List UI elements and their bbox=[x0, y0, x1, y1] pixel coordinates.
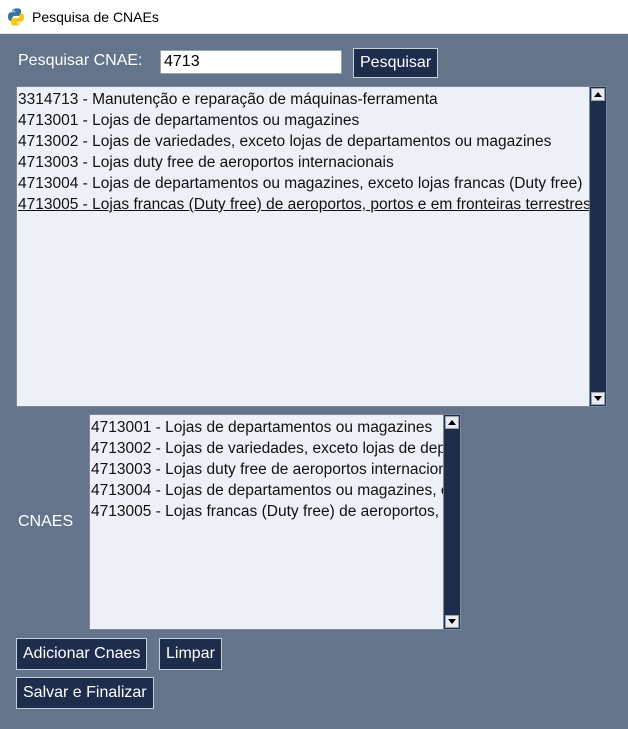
add-cnaes-button[interactable]: Adicionar Cnaes bbox=[16, 638, 148, 670]
title-bar[interactable]: Pesquisa de CNAEs bbox=[0, 0, 628, 34]
list-item[interactable]: 4713001 - Lojas de departamentos ou maga… bbox=[90, 417, 443, 438]
window-title: Pesquisa de CNAEs bbox=[32, 8, 159, 25]
scroll-up-icon[interactable] bbox=[445, 416, 459, 429]
save-finish-button[interactable]: Salvar e Finalizar bbox=[16, 677, 154, 709]
python-icon bbox=[6, 7, 26, 27]
scroll-up-icon[interactable] bbox=[591, 88, 605, 101]
scroll-down-icon[interactable] bbox=[591, 392, 605, 405]
selected-cnaes-list[interactable]: 4713001 - Lojas de departamentos ou maga… bbox=[89, 414, 461, 630]
search-button[interactable]: Pesquisar bbox=[353, 48, 439, 78]
list-item[interactable]: 4713002 - Lojas de variedades, exceto lo… bbox=[90, 438, 443, 459]
selected-scrollbar[interactable] bbox=[443, 415, 460, 629]
list-item[interactable]: 4713003 - Lojas duty free de aeroportos … bbox=[17, 152, 589, 173]
list-item[interactable]: 4713001 - Lojas de departamentos ou maga… bbox=[17, 110, 589, 131]
results-list[interactable]: 3314713 - Manutenção e reparação de máqu… bbox=[16, 86, 607, 407]
cnaes-label: CNAES bbox=[18, 513, 74, 530]
list-item[interactable]: 4713004 - Lojas de departamentos ou maga… bbox=[17, 173, 589, 194]
list-item[interactable]: 4713005 - Lojas francas (Duty free) de a… bbox=[90, 501, 443, 522]
search-input[interactable] bbox=[160, 50, 342, 74]
list-item[interactable]: 4713002 - Lojas de variedades, exceto lo… bbox=[17, 131, 589, 152]
list-item[interactable]: 4713003 - Lojas duty free de aeroportos … bbox=[90, 459, 443, 480]
search-label: Pesquisar CNAE: bbox=[18, 52, 143, 69]
results-scrollbar[interactable] bbox=[589, 87, 606, 406]
list-item[interactable]: 3314713 - Manutenção e reparação de máqu… bbox=[17, 89, 589, 110]
scroll-down-icon[interactable] bbox=[445, 615, 459, 628]
list-item[interactable]: 4713004 - Lojas de departamentos ou maga… bbox=[90, 480, 443, 501]
app-window: Pesquisa de CNAEs Pesquisar CNAE: Pesqui… bbox=[0, 0, 628, 729]
clear-button[interactable]: Limpar bbox=[159, 638, 222, 670]
results-items: 3314713 - Manutenção e reparação de máqu… bbox=[17, 87, 589, 406]
selected-items: 4713001 - Lojas de departamentos ou maga… bbox=[90, 415, 443, 629]
list-item[interactable]: 4713005 - Lojas francas (Duty free) de a… bbox=[17, 194, 589, 215]
